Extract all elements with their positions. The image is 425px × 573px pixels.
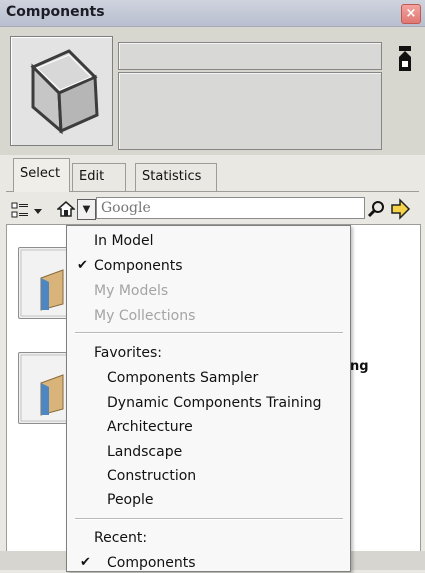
menu-item-components[interactable]: ✔ Components <box>77 256 183 276</box>
folder-icon <box>20 249 70 317</box>
checkmark-icon: ✔ <box>77 258 88 273</box>
menu-separator <box>75 518 343 520</box>
checkmark-icon: ✔ <box>80 555 91 570</box>
menu-item-in-model[interactable]: In Model <box>94 231 154 251</box>
list-item[interactable] <box>18 352 72 424</box>
collection-dropdown-menu: In Model ✔ Components My Models My Colle… <box>66 225 351 572</box>
menu-item-dynamic-components-training[interactable]: Dynamic Components Training <box>107 393 321 413</box>
menu-item-construction[interactable]: Construction <box>107 466 196 486</box>
home-icon[interactable] <box>56 199 76 219</box>
magnifier-icon <box>367 201 384 218</box>
chevron-down-icon: ▼ <box>82 204 91 215</box>
component-thumbnail <box>10 36 113 146</box>
list-item-label: ng <box>350 359 369 374</box>
list-item[interactable] <box>18 247 72 319</box>
list-view-icon[interactable] <box>11 200 42 222</box>
search-button[interactable] <box>367 199 387 219</box>
menu-item-people[interactable]: People <box>107 490 154 510</box>
component-description-field[interactable] <box>118 72 382 150</box>
cube-icon <box>30 49 99 135</box>
tab-edit[interactable]: Edit <box>72 163 126 191</box>
details-arrow-icon[interactable] <box>396 44 414 74</box>
window-title: Components <box>6 4 105 20</box>
recent-header: Recent: <box>94 530 148 546</box>
close-button[interactable]: × <box>401 4 421 24</box>
menu-item-my-collections: My Collections <box>94 308 196 324</box>
menu-separator <box>75 332 343 334</box>
menu-item-architecture[interactable]: Architecture <box>107 417 193 437</box>
navigate-forward-button[interactable] <box>389 198 411 220</box>
menu-item-components-sampler[interactable]: Components Sampler <box>107 368 258 388</box>
menu-item-my-models: My Models <box>94 283 169 299</box>
tab-statistics[interactable]: Statistics <box>135 163 217 191</box>
collection-dropdown-button[interactable]: ▼ <box>77 199 96 220</box>
menu-item-recent-components[interactable]: ✔ Components <box>80 553 196 573</box>
folder-icon <box>20 354 70 422</box>
tab-select[interactable]: Select <box>13 158 70 192</box>
arrow-right-icon <box>391 198 411 220</box>
search-input[interactable] <box>96 197 365 219</box>
favorites-header: Favorites: <box>94 345 162 361</box>
close-icon: × <box>405 6 417 21</box>
menu-item-landscape[interactable]: Landscape <box>107 442 182 462</box>
component-name-field[interactable] <box>118 42 382 70</box>
